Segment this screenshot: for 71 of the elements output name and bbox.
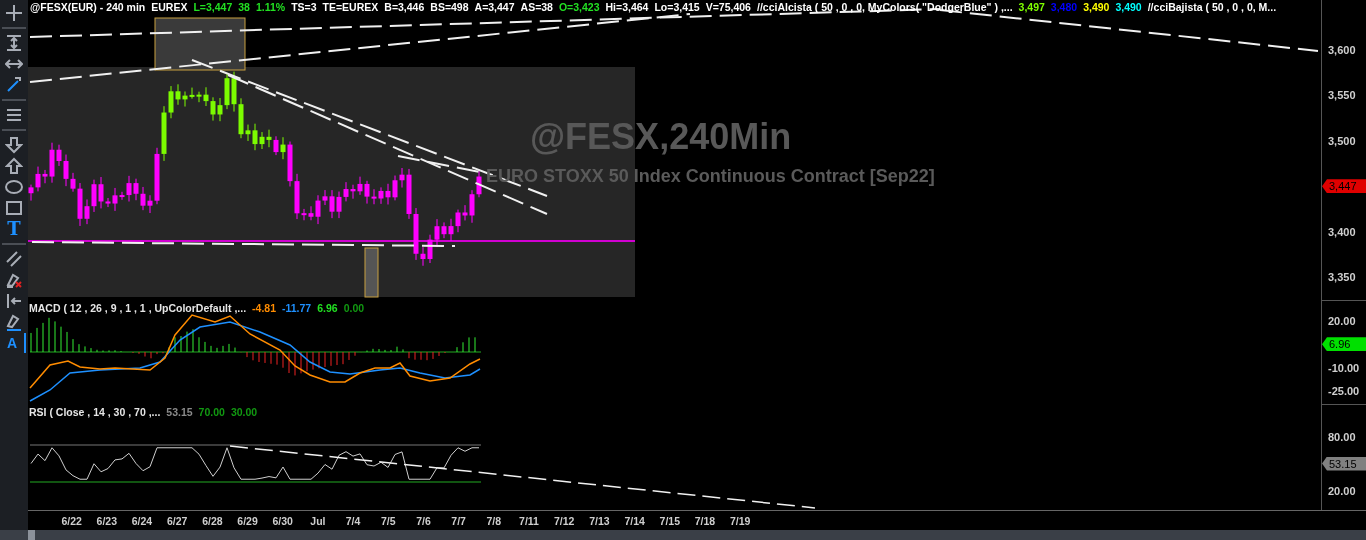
info-text: @FESX(EUR) - 240 min — [30, 1, 146, 13]
indicator-title: RSI ( Close , 14 , 30 , 70 ,... — [29, 406, 161, 418]
date-label: 6/27 — [165, 514, 189, 529]
info-text: 1.11% — [255, 1, 286, 13]
watermark-symbol: @FESX,240Min — [530, 116, 792, 158]
date-label: 7/11 — [518, 514, 540, 529]
info-text: 3,490 — [1083, 1, 1110, 13]
date-label: 7/7 — [450, 514, 467, 529]
date-label: 7/12 — [553, 514, 576, 529]
info-text: EUREX — [151, 1, 188, 13]
info-text: V=75,406 — [705, 1, 751, 13]
date-label: 7/14 — [623, 514, 646, 529]
axis-label: 20.00 — [1327, 484, 1356, 497]
down-arrow-icon[interactable] — [2, 135, 26, 155]
axis-label: 3,400 — [1327, 225, 1356, 238]
date-label: 7/15 — [658, 514, 681, 529]
axis-label: 3,600 — [1327, 43, 1356, 56]
date-label: 7/18 — [693, 514, 717, 529]
indicator-value: -11.77 — [282, 302, 312, 314]
date-label: 7/4 — [344, 514, 362, 529]
indicator-value: -4.81 — [252, 302, 276, 314]
info-text: B=3,446 — [384, 1, 425, 13]
axis-label: 80.00 — [1327, 430, 1356, 443]
date-label: 6/23 — [95, 514, 118, 529]
price-marker: 53.15 — [1322, 456, 1366, 471]
axis-label: 3,350 — [1327, 271, 1356, 284]
indicator-value: 6.96 — [317, 302, 338, 314]
indicator-title: MACD ( 12 , 26 , 9 , 1 , 1 , UpColorDefault ,... — [29, 302, 247, 314]
info-text: TE=EUREX — [322, 1, 379, 13]
info-text: 3,490 — [1115, 1, 1142, 13]
info-text: //cciBajista ( 50 , 0 , 0, M... — [1147, 1, 1277, 13]
date-label: 7/8 — [485, 514, 503, 529]
indicator-value: 53.15 — [166, 406, 193, 418]
date-label: 7/13 — [588, 514, 611, 529]
info-text: Hi=3,464 — [605, 1, 649, 13]
price-marker: 3,447 — [1322, 179, 1366, 194]
indicator-value: 0.00 — [343, 302, 365, 314]
info-text: //cciAlcista ( 50 , 0 , 0, MyColors( "DodgerBlue" ) ,... — [756, 1, 1013, 13]
info-text: Lo=3,415 — [654, 1, 700, 13]
axis-label: 20.00 — [1327, 314, 1356, 327]
text-tool-button[interactable]: T — [2, 219, 26, 239]
info-text: BS=498 — [430, 1, 469, 13]
date-label: 6/29 — [236, 514, 259, 529]
scrollbar-thumb[interactable] — [28, 530, 35, 540]
date-label: 7/19 — [728, 514, 752, 529]
scrollbar[interactable] — [0, 530, 1366, 540]
date-label: 7/5 — [379, 514, 397, 529]
date-label: 7/6 — [415, 514, 432, 529]
date-label: 6/28 — [201, 514, 224, 529]
info-text: 3,497 — [1018, 1, 1045, 13]
info-text: TS=3 — [291, 1, 317, 13]
info-text: O=3,423 — [558, 1, 600, 13]
indicator-value: 70.00 — [198, 406, 225, 418]
info-text: 38 — [238, 1, 250, 13]
axis-label: -25.00 — [1327, 385, 1360, 398]
info-text: AS=38 — [520, 1, 553, 13]
text-cursor-button[interactable]: A — [2, 333, 26, 353]
price-marker: 6.96 — [1322, 337, 1366, 352]
date-label: 6/30 — [271, 514, 294, 529]
axis-label: -10.00 — [1327, 361, 1360, 374]
info-text: L=3,447 — [193, 1, 233, 13]
info-text: A=3,447 — [474, 1, 515, 13]
date-label: 6/22 — [60, 514, 83, 529]
up-arrow-icon[interactable] — [2, 156, 26, 176]
ellipse-icon[interactable] — [2, 177, 26, 197]
date-label: 6/24 — [130, 514, 154, 529]
date-label: Jul — [309, 514, 327, 529]
axis-label: 3,500 — [1327, 134, 1356, 147]
indicator-value: 30.00 — [230, 406, 258, 418]
axis-label: 3,550 — [1327, 89, 1356, 102]
info-text: 3,480 — [1050, 1, 1078, 13]
